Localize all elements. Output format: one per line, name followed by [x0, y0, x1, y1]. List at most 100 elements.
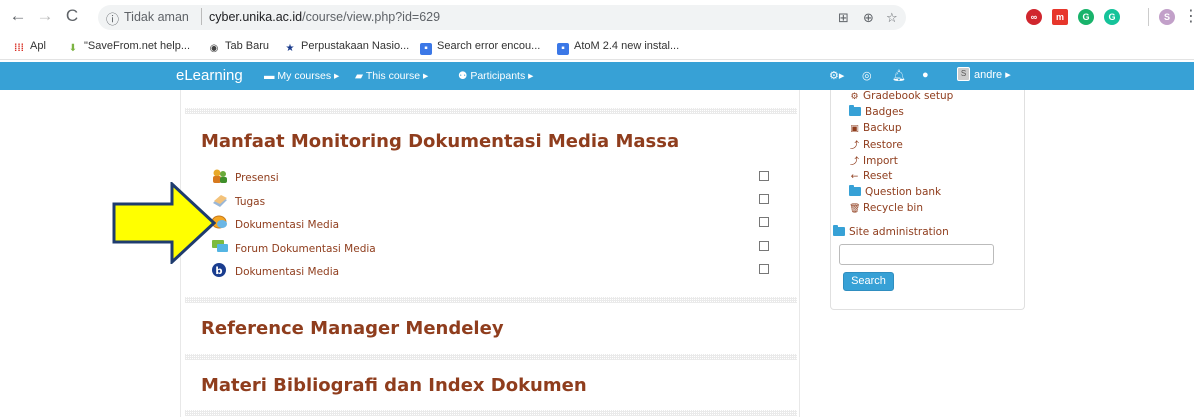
reload-icon[interactable]: C [62, 6, 82, 26]
completion-checkbox[interactable] [759, 241, 769, 251]
settings-gear-icon[interactable]: ⚙▸ [829, 69, 844, 82]
message-icon[interactable]: ● [922, 69, 929, 81]
nav-label: This course ▸ [365, 70, 429, 82]
activity-label: Dokumentasi Media [235, 266, 340, 278]
admin-item-label: Import [863, 155, 898, 167]
folder-icon [833, 225, 845, 236]
zoom-icon[interactable]: ⊕ [863, 10, 874, 26]
bookmark-label: Tab Baru [225, 40, 270, 52]
admin-item-label: Reset [863, 170, 893, 182]
site-administration-link[interactable]: Site administration [833, 225, 949, 238]
user-avatar[interactable]: S [957, 67, 970, 81]
url-text[interactable]: cyber.unika.ac.id/course/view.php?id=629 [209, 10, 440, 24]
section-divider [185, 297, 797, 303]
nav-my-courses[interactable]: ▬ My courses ▸ [264, 70, 339, 82]
site-brand[interactable]: eLearning [176, 67, 243, 84]
admin-question-bank[interactable]: Question bank [849, 185, 942, 198]
bookmark-perpustakaan[interactable]: ★ Perpustakaan Nasio... [284, 40, 410, 55]
book-icon: ▰ [355, 70, 366, 82]
user-menu[interactable]: andre ▸ [974, 68, 1011, 81]
menu-icon[interactable]: ⋮ [1183, 6, 1194, 26]
completion-checkbox[interactable] [759, 194, 769, 204]
bookmark-atom[interactable]: ▪ AtoM 2.4 new instal... [557, 40, 679, 55]
reset-icon: ← [850, 172, 859, 182]
admin-item-label: Gradebook setup [863, 90, 954, 102]
admin-search-input[interactable] [839, 244, 994, 265]
admin-item-label: Backup [863, 122, 902, 134]
star-icon[interactable]: ☆ [886, 10, 898, 26]
profile-avatar-icon[interactable]: S [1159, 9, 1175, 25]
extension-icon-1[interactable]: ∞ [1026, 9, 1042, 25]
admin-import[interactable]: ⤴ Import [849, 154, 898, 167]
users-icon: ⚉ [458, 70, 471, 82]
extension-icon-2[interactable]: m [1052, 9, 1068, 25]
graduation-cap-icon: ▬ [264, 70, 278, 82]
admin-item-label: Badges [865, 106, 904, 118]
administration-block: ⚙ Gradebook setup Badges ▣ Backup ⤴ Restore… [830, 90, 1025, 310]
info-icon[interactable]: ⓘ [106, 9, 119, 28]
forward-arrow-icon[interactable]: → [35, 6, 55, 26]
site-admin-label: Site administration [849, 226, 949, 238]
admin-badges[interactable]: Badges [849, 105, 904, 118]
section-title[interactable]: Materi Bibliografi dan Index Dokumen [201, 375, 587, 396]
apps-grid-icon: ⁞⁞⁞ [14, 43, 24, 54]
section-divider [185, 354, 797, 360]
course-content: Manfaat Monitoring Dokumentasi Media Mas… [180, 90, 800, 417]
activity-label: Presensi [235, 172, 279, 184]
bookmark-tab-baru[interactable]: ◉ Tab Baru [208, 40, 269, 55]
insecure-label: Tidak aman [124, 10, 189, 24]
omnibox-divider [201, 8, 202, 25]
back-arrow-icon[interactable]: ← [8, 6, 28, 26]
activity-label: Dokumentasi Media [235, 219, 340, 231]
bell-icon[interactable]: 🔔︎ [892, 69, 906, 82]
grammarly-icon[interactable]: G [1078, 9, 1094, 25]
admin-item-label: Restore [863, 139, 903, 151]
trash-icon: 🗑︎ [849, 204, 861, 214]
grammarly-icon-2[interactable]: G [1104, 9, 1120, 25]
url-host: cyber.unika.ac.id [209, 10, 303, 24]
star-logo-icon: ★ [285, 43, 295, 54]
admin-gradebook-setup[interactable]: ⚙ Gradebook setup [849, 90, 953, 102]
comment-icon: ▪ [420, 43, 432, 55]
nav-label: Participants ▸ [470, 70, 534, 82]
bookmark-label: AtoM 2.4 new instal... [574, 40, 680, 52]
admin-backup[interactable]: ▣ Backup [849, 122, 902, 134]
nav-participants[interactable]: ⚉ Participants ▸ [458, 70, 533, 82]
backup-icon: ▣ [850, 124, 859, 134]
bookmark-label: Apl [30, 40, 46, 52]
comment-icon: ▪ [557, 43, 569, 55]
section-divider [185, 108, 797, 114]
completion-checkbox[interactable] [759, 171, 769, 181]
completion-checkbox[interactable] [759, 217, 769, 227]
import-icon: ⤴ [849, 157, 859, 167]
section-title[interactable]: Reference Manager Mendeley [201, 318, 504, 339]
toolbar-divider [1148, 8, 1149, 26]
section-title[interactable]: Manfaat Monitoring Dokumentasi Media Mas… [201, 131, 679, 152]
target-icon[interactable]: ◎ [862, 69, 872, 82]
nav-label: My courses ▸ [277, 70, 340, 82]
bookmark-search-error[interactable]: ▪ Search error encou... [420, 40, 540, 55]
search-button[interactable]: Search [843, 272, 894, 291]
completion-checkbox[interactable] [759, 264, 769, 274]
translate-icon[interactable]: ⊞ [838, 10, 849, 26]
bookmarks-bar: ⁞⁞⁞ Apl ⬇ "SaveFrom.net help... ◉ Tab Baru … [0, 34, 1194, 60]
bookmark-apps[interactable]: ⁞⁞⁞ Apl [13, 40, 46, 55]
bookmark-savefrom[interactable]: ⬇ "SaveFrom.net help... [67, 40, 190, 55]
download-arrow-icon: ⬇ [68, 43, 78, 54]
bookmark-label: Perpustakaan Nasio... [301, 40, 410, 52]
admin-recycle-bin[interactable]: 🗑︎ Recycle bin [849, 202, 923, 214]
admin-reset[interactable]: ← Reset [849, 170, 893, 182]
address-bar[interactable]: ⓘ Tidak aman cyber.unika.ac.id/course/vi… [98, 5, 906, 30]
section-divider [185, 410, 797, 416]
bookmark-label: Search error encou... [437, 40, 541, 52]
url-path: /course/view.php?id=629 [302, 10, 441, 24]
gear-icon: ⚙ [850, 92, 859, 102]
browser-toolbar: ← → C ⓘ Tidak aman cyber.unika.ac.id/cou… [0, 0, 1194, 34]
restore-icon: ⤴ [849, 141, 859, 151]
admin-item-label: Question bank [865, 186, 942, 198]
bigbluebutton-icon: b [212, 263, 226, 277]
nav-this-course[interactable]: ▰ This course ▸ [355, 70, 428, 82]
highlight-arrow [112, 182, 216, 264]
admin-restore[interactable]: ⤴ Restore [849, 138, 903, 151]
activity-label: Tugas [235, 196, 266, 208]
